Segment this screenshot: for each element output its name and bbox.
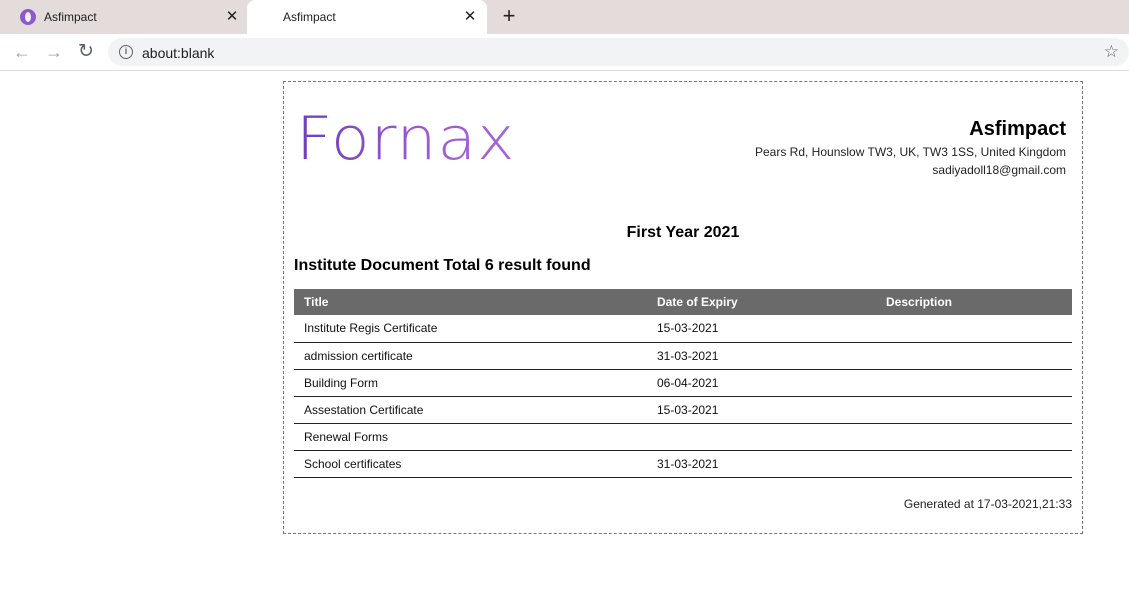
cell-description <box>876 396 1072 424</box>
info-icon[interactable]: i <box>119 45 133 59</box>
close-icon[interactable]: ✕ <box>223 8 241 26</box>
cell-title: School certificates <box>294 450 647 478</box>
table-row: Institute Regis Certificate 15-03-2021 <box>294 315 1072 343</box>
browser-toolbar: ← → ↻ i about:blank ☆ <box>0 34 1129 71</box>
cell-description <box>876 423 1072 451</box>
cell-date-of-expiry: 31-03-2021 <box>647 342 876 370</box>
cell-date-of-expiry: 15-03-2021 <box>647 396 876 424</box>
tab-strip: Asfimpact ✕ Asfimpact ✕ + <box>0 0 1129 34</box>
back-arrow-icon[interactable]: ← <box>11 41 33 63</box>
table-row: admission certificate 31-03-2021 <box>294 342 1072 370</box>
generated-timestamp: Generated at 17-03-2021,21:33 <box>903 497 1072 511</box>
bookmark-star-icon[interactable]: ☆ <box>1104 42 1119 62</box>
table-row: Renewal Forms <box>294 423 1072 451</box>
company-address: Pears Rd, Hounslow TW3, UK, TW3 1SS, Uni… <box>754 145 1066 159</box>
column-header-date-of-expiry: Date of Expiry <box>657 295 738 309</box>
url-text[interactable]: about:blank <box>142 45 214 61</box>
reload-icon[interactable]: ↻ <box>75 41 97 63</box>
cell-description <box>876 450 1072 478</box>
company-email: sadiyadoll18@gmail.com <box>932 163 1066 177</box>
cell-date-of-expiry <box>647 423 876 451</box>
address-bar[interactable]: i about:blank ☆ <box>108 38 1129 66</box>
column-header-title: Title <box>304 295 329 309</box>
cell-date-of-expiry: 31-03-2021 <box>647 450 876 478</box>
tab-asfimpact-1[interactable]: Asfimpact ✕ <box>0 0 246 34</box>
cell-title: admission certificate <box>294 342 647 370</box>
tab-asfimpact-2[interactable]: Asfimpact ✕ <box>247 0 487 34</box>
section-heading: Institute Document Total 6 result found <box>294 257 591 274</box>
report-title: First Year 2021 <box>626 224 740 241</box>
cell-title: Institute Regis Certificate <box>294 315 647 343</box>
cell-description <box>876 342 1072 370</box>
company-logo: Fornax <box>296 104 516 174</box>
tab-title: Asfimpact <box>44 10 97 24</box>
cell-title: Assestation Certificate <box>294 396 647 424</box>
forward-arrow-icon[interactable]: → <box>43 41 65 63</box>
column-header-description: Description <box>886 295 953 309</box>
cell-description <box>876 369 1072 397</box>
table-header-row: Title Date of Expiry Description <box>294 289 1072 315</box>
cell-title: Building Form <box>294 369 647 397</box>
close-icon[interactable]: ✕ <box>461 8 479 26</box>
company-name: Asfimpact <box>969 118 1066 140</box>
table-row: School certificates 31-03-2021 <box>294 450 1072 478</box>
new-tab-plus-icon[interactable]: + <box>498 5 520 28</box>
site-favicon-icon <box>20 9 36 25</box>
cell-title: Renewal Forms <box>294 423 647 451</box>
cell-description <box>876 315 1072 343</box>
report-document: Fornax Asfimpact Pears Rd, Hounslow TW3,… <box>283 81 1083 534</box>
cell-date-of-expiry: 15-03-2021 <box>647 315 876 343</box>
documents-table: Title Date of Expiry Description Institu… <box>294 289 1072 478</box>
tab-title: Asfimpact <box>283 10 336 24</box>
table-row: Building Form 06-04-2021 <box>294 369 1072 397</box>
table-row: Assestation Certificate 15-03-2021 <box>294 396 1072 424</box>
cell-date-of-expiry: 06-04-2021 <box>647 369 876 397</box>
